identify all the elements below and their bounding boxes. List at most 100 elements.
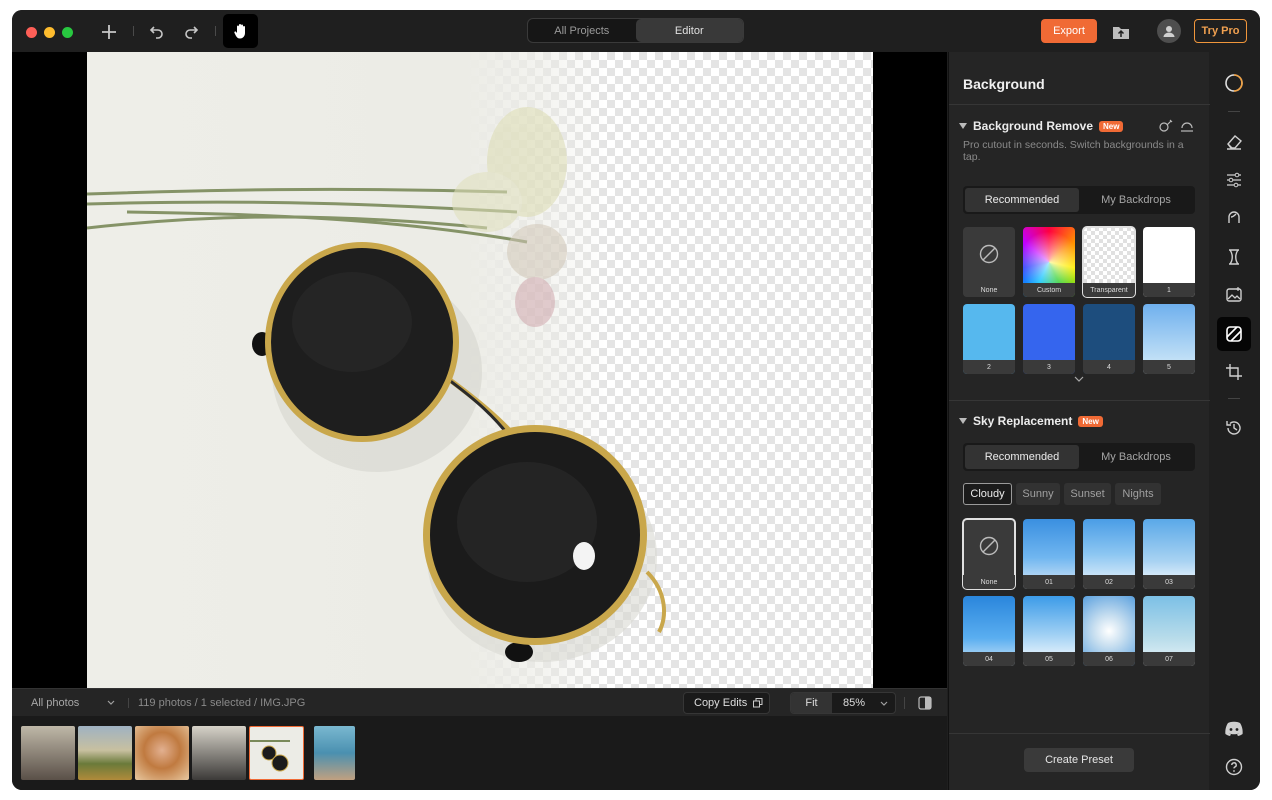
sky-label: 06	[1083, 652, 1135, 666]
help-icon[interactable]	[1217, 750, 1251, 784]
editor-canvas[interactable]	[12, 52, 947, 688]
none-icon	[979, 536, 999, 556]
hand-icon[interactable]	[223, 14, 258, 48]
chip-sunset[interactable]: Sunset	[1064, 483, 1111, 505]
chevron-down-icon[interactable]	[107, 700, 115, 706]
album-select[interactable]: All photos	[31, 697, 79, 709]
magic-brush-icon[interactable]	[1159, 119, 1173, 133]
swatch-custom[interactable]: Custom	[1023, 227, 1075, 297]
sky-label: 05	[1023, 652, 1075, 666]
sky-06[interactable]: 06	[1083, 596, 1135, 666]
user-avatar[interactable]	[1157, 19, 1181, 43]
close-window-button[interactable]	[26, 27, 37, 38]
divider	[133, 26, 134, 36]
bg-remove-tabs: Recommended My Backdrops	[963, 186, 1195, 214]
divider	[949, 104, 1210, 105]
chip-sunny[interactable]: Sunny	[1016, 483, 1060, 505]
import-folder-icon[interactable]	[1110, 18, 1132, 46]
eraser-icon[interactable]	[1217, 124, 1251, 158]
thumbnail[interactable]	[21, 726, 75, 780]
divider	[904, 697, 905, 709]
sky-05[interactable]: 05	[1023, 596, 1075, 666]
bg-remove-title: Background Remove	[973, 119, 1094, 133]
minimize-window-button[interactable]	[44, 27, 55, 38]
chip-nights[interactable]: Nights	[1115, 483, 1161, 505]
zoom-control: Fit 85%	[790, 692, 896, 714]
swatch-label: Transparent	[1083, 283, 1135, 297]
sky-label: 03	[1143, 575, 1195, 589]
user-icon	[1163, 26, 1175, 37]
divider	[1228, 398, 1240, 399]
sky-02[interactable]: 02	[1083, 519, 1135, 589]
tool-rail	[1210, 52, 1260, 790]
adjust-sliders-icon[interactable]	[1217, 163, 1251, 197]
photo-content	[87, 107, 666, 662]
swatch-1[interactable]: 1	[1143, 227, 1195, 297]
body-shape-icon[interactable]	[1217, 240, 1251, 274]
sky-07[interactable]: 07	[1143, 596, 1195, 666]
background-panel: Background Background Remove New Pro cut…	[948, 52, 1210, 790]
plus-icon[interactable]	[98, 18, 120, 46]
tab-all-projects[interactable]: All Projects	[528, 19, 636, 42]
title-bar: All Projects Editor Export Try Pro	[12, 10, 1260, 52]
sky-03[interactable]: 03	[1143, 519, 1195, 589]
divider	[215, 26, 216, 36]
swatch-2[interactable]: 2	[963, 304, 1015, 374]
swatch-label: 1	[1143, 283, 1195, 297]
sky-04[interactable]: 04	[963, 596, 1015, 666]
background-icon[interactable]	[1217, 317, 1251, 351]
tab-recommended[interactable]: Recommended	[965, 188, 1079, 212]
swatch-3[interactable]: 3	[1023, 304, 1075, 374]
filmstrip	[12, 716, 947, 790]
sky-replacement-header[interactable]: Sky Replacement New	[959, 414, 1103, 428]
chevron-down-icon[interactable]	[880, 701, 888, 707]
thumbnail-selected[interactable]	[249, 726, 304, 780]
tab-my-backdrops[interactable]: My Backdrops	[1079, 188, 1193, 212]
export-button[interactable]: Export	[1041, 19, 1097, 43]
face-retouch-icon[interactable]	[1217, 201, 1251, 235]
swatch-5[interactable]: 5	[1143, 304, 1195, 374]
maximize-window-button[interactable]	[62, 27, 73, 38]
swatch-none[interactable]: None	[963, 227, 1015, 297]
sky-label: 07	[1143, 652, 1195, 666]
zoom-level[interactable]: 85%	[843, 697, 865, 709]
thumbnail[interactable]	[192, 726, 246, 780]
sky-none[interactable]: None	[962, 518, 1016, 590]
thumbnail[interactable]	[135, 726, 189, 780]
divider	[1228, 111, 1240, 112]
app-window: All Projects Editor Export Try Pro All p…	[12, 10, 1260, 790]
thumbnail[interactable]	[314, 726, 355, 780]
swatch-4[interactable]: 4	[1083, 304, 1135, 374]
photo-count-info: 119 photos / 1 selected / IMG.JPG	[138, 697, 306, 709]
collapse-icon[interactable]	[1180, 119, 1194, 133]
swatch-label: 2	[963, 360, 1015, 374]
tab-editor[interactable]: Editor	[635, 19, 743, 42]
bg-remove-header[interactable]: Background Remove New	[959, 119, 1124, 133]
sky-tabs: Recommended My Backdrops	[963, 443, 1195, 471]
history-icon[interactable]	[1217, 411, 1251, 445]
swatch-label: None	[963, 283, 1015, 297]
chevron-down-icon	[959, 123, 967, 129]
tab-my-backdrops[interactable]: My Backdrops	[1079, 445, 1193, 469]
expand-more-icon[interactable]	[1074, 376, 1084, 382]
sky-label: 02	[1083, 575, 1135, 589]
undo-icon[interactable]	[146, 18, 168, 46]
tab-recommended[interactable]: Recommended	[965, 445, 1079, 469]
panel-title: Background	[963, 76, 1045, 92]
compare-icon[interactable]	[918, 696, 932, 710]
image-generate-icon[interactable]	[1217, 278, 1251, 312]
redo-icon[interactable]	[180, 18, 202, 46]
ai-enhance-icon[interactable]	[1217, 66, 1251, 100]
divider	[949, 733, 1210, 734]
chip-cloudy[interactable]: Cloudy	[963, 483, 1012, 505]
discord-icon[interactable]	[1217, 712, 1251, 746]
copy-edits-button[interactable]: Copy Edits	[683, 692, 770, 714]
thumbnail[interactable]	[78, 726, 132, 780]
swatch-transparent[interactable]: Transparent	[1082, 226, 1136, 298]
sky-01[interactable]: 01	[1023, 519, 1075, 589]
try-pro-button[interactable]: Try Pro	[1194, 19, 1247, 43]
fit-button[interactable]: Fit	[791, 693, 832, 713]
create-preset-button[interactable]: Create Preset	[1024, 748, 1134, 772]
crop-icon[interactable]	[1217, 355, 1251, 389]
sky-title: Sky Replacement	[973, 414, 1073, 428]
